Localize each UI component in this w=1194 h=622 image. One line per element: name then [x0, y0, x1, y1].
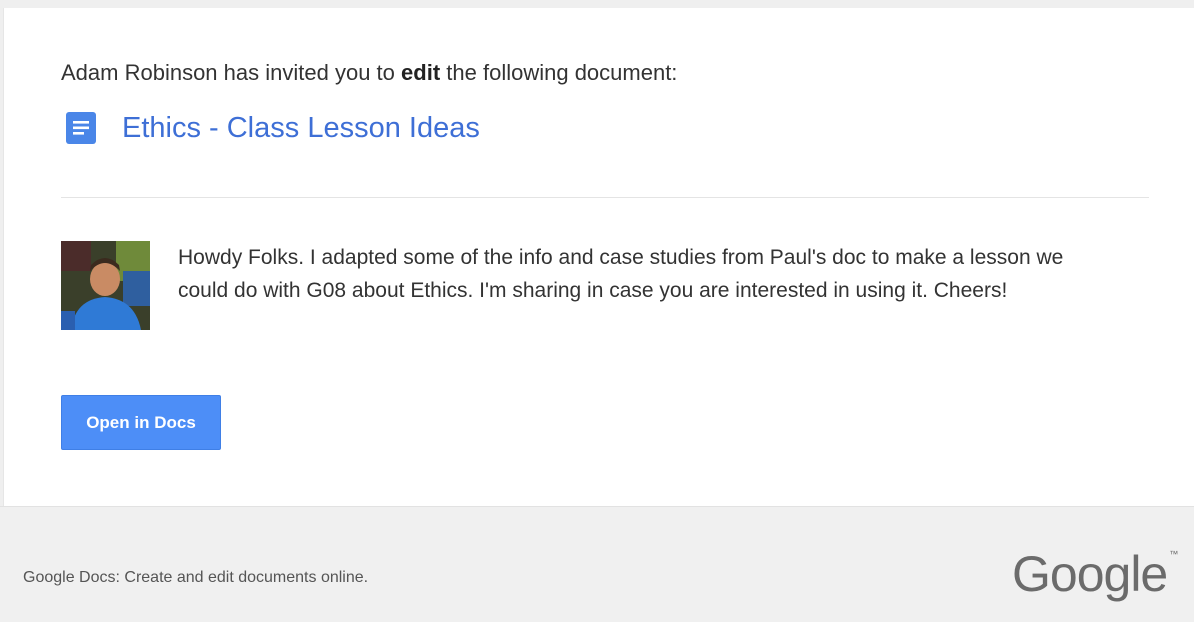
google-logo-text: Google — [1012, 546, 1168, 602]
divider — [61, 197, 1149, 198]
invite-text-after: the following document: — [446, 60, 678, 85]
sender-name: Adam Robinson — [61, 60, 218, 85]
footer-tagline: Google Docs: Create and edit documents o… — [23, 569, 369, 586]
email-frame: Adam Robinson has invited you to edit th… — [0, 0, 1194, 622]
trademark-mark: ™ — [1169, 549, 1179, 559]
document-row[interactable]: Ethics - Class Lesson Ideas — [64, 108, 480, 148]
open-in-docs-button[interactable]: Open in Docs — [61, 395, 221, 450]
permission-level: edit — [401, 60, 441, 85]
footer: Google Docs: Create and edit documents o… — [0, 506, 1194, 622]
google-docs-icon[interactable] — [64, 111, 98, 145]
document-title-link[interactable]: Ethics - Class Lesson Ideas — [122, 112, 480, 145]
invite-text-before: has invited you to — [223, 60, 395, 85]
google-logo: Google ™ — [1012, 545, 1178, 603]
invitation-card: Adam Robinson has invited you to edit th… — [3, 8, 1194, 506]
sender-avatar — [61, 241, 150, 330]
sender-message: Howdy Folks. I adapted some of the info … — [178, 246, 1064, 302]
invite-sentence: Adam Robinson has invited you to edit th… — [61, 60, 677, 86]
